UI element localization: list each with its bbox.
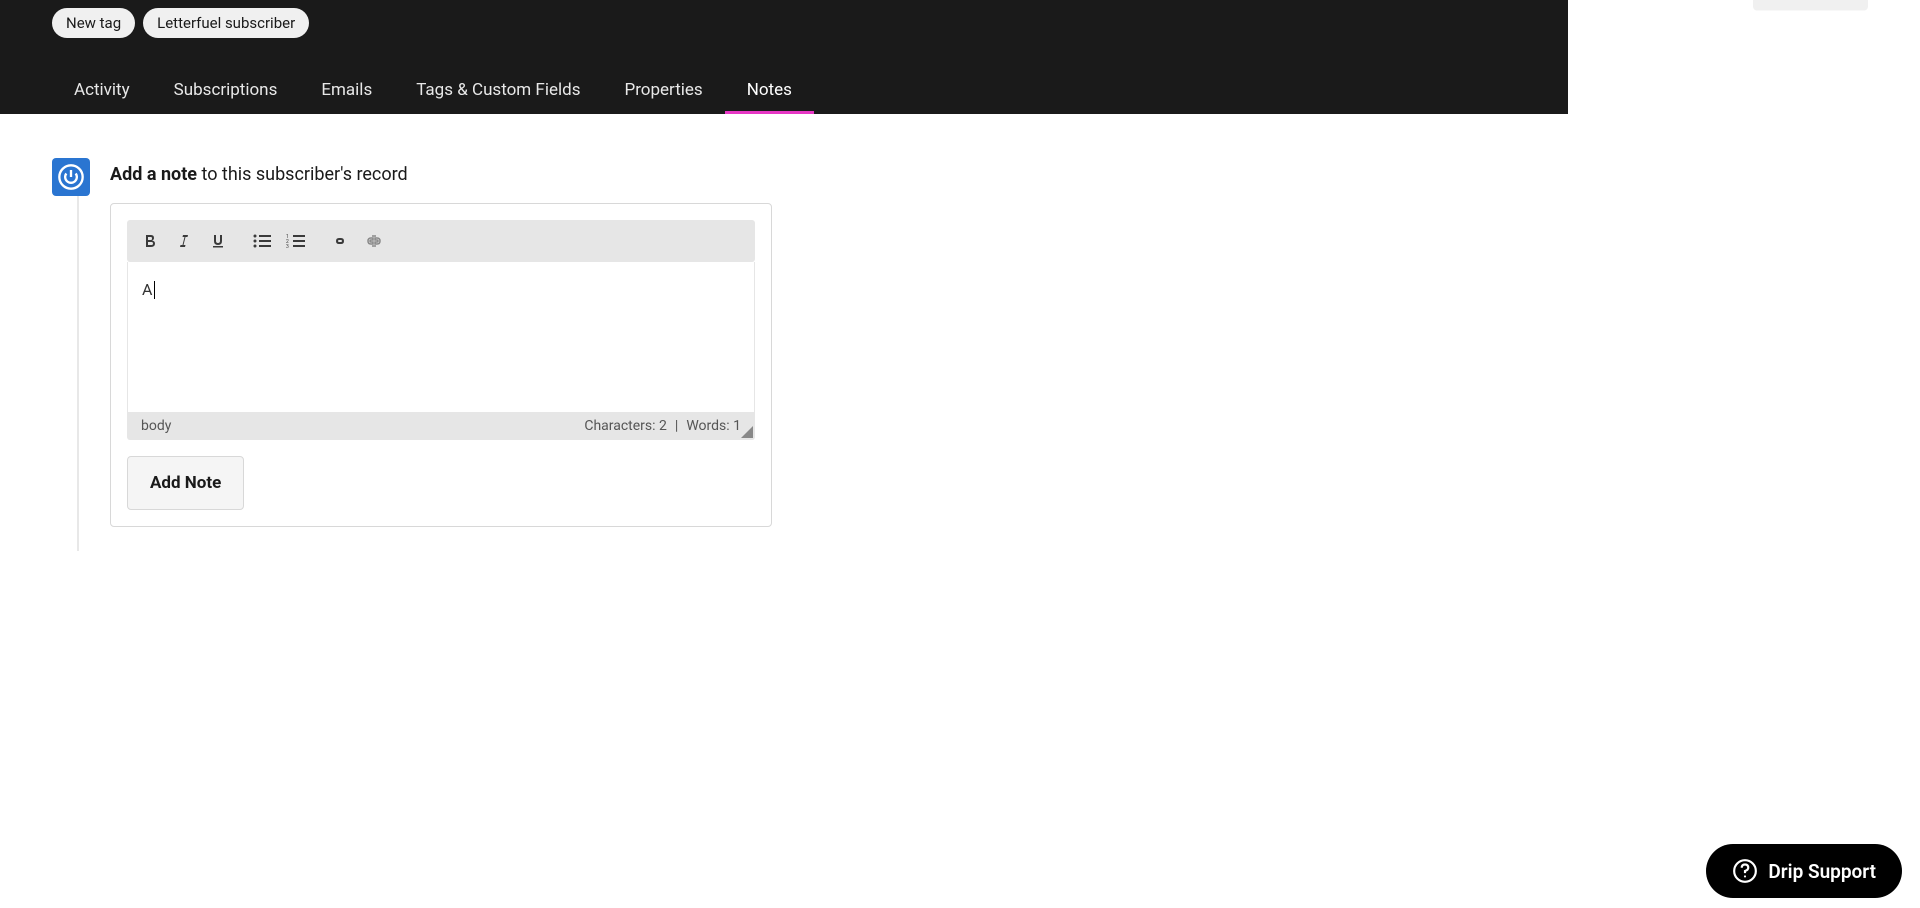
svg-text:3: 3 [286, 244, 289, 249]
resize-handle[interactable] [741, 426, 753, 438]
bold-button[interactable] [135, 226, 165, 256]
support-label: Drip Support [1768, 860, 1876, 883]
editor-body[interactable]: A [127, 262, 755, 412]
tab-activity[interactable]: Activity [52, 66, 152, 114]
tags-row: New tag Letterfuel subscriber [0, 0, 1568, 66]
italic-button[interactable] [169, 226, 199, 256]
editor-panel: 123 A body [110, 203, 772, 527]
note-heading-strong: Add a note [110, 164, 197, 185]
power-icon [57, 163, 85, 191]
note-heading-rest: to this subscriber's record [197, 164, 408, 185]
note-composer: Add a note to this subscriber's record [52, 158, 1516, 527]
editor-text: A [142, 280, 152, 299]
status-right: Characters: 2 | Words: 1 [584, 418, 741, 434]
underline-button[interactable] [203, 226, 233, 256]
avatar [52, 158, 90, 196]
unlink-icon [364, 233, 384, 249]
char-count: Characters: 2 [584, 418, 667, 434]
tab-notes[interactable]: Notes [725, 66, 814, 114]
editor-path: body [141, 418, 171, 434]
bullet-list-button[interactable] [247, 226, 277, 256]
word-count: Words: 1 [686, 418, 741, 434]
numbered-list-button[interactable]: 123 [281, 226, 311, 256]
editor-toolbar: 123 [127, 220, 755, 262]
add-note-button[interactable]: Add Note [127, 456, 244, 510]
help-icon [1732, 858, 1758, 884]
tab-emails[interactable]: Emails [299, 66, 394, 114]
bold-icon [142, 233, 158, 249]
bullet-list-icon [252, 233, 272, 249]
link-icon [330, 233, 350, 249]
note-heading: Add a note to this subscriber's record [110, 164, 1516, 185]
actions-label: Actions [1773, 0, 1828, 3]
composer-right: Add a note to this subscriber's record [110, 158, 1516, 527]
italic-icon [176, 233, 192, 249]
dark-header: Actions New tag Letterfuel subscriber Ac… [0, 0, 1568, 114]
editor-status: body Characters: 2 | Words: 1 [127, 412, 755, 440]
numbered-list-icon: 123 [286, 233, 306, 249]
tag-letterfuel-subscriber[interactable]: Letterfuel subscriber [143, 8, 309, 38]
tabs-row: Activity Subscriptions Emails Tags & Cus… [0, 66, 1568, 114]
link-button[interactable] [325, 226, 355, 256]
status-separator: | [675, 418, 678, 434]
tab-tags-custom-fields[interactable]: Tags & Custom Fields [394, 66, 602, 114]
tab-properties[interactable]: Properties [602, 66, 724, 114]
content-area: Add a note to this subscriber's record [0, 114, 1568, 571]
tab-subscriptions[interactable]: Subscriptions [152, 66, 300, 114]
tag-new[interactable]: New tag [52, 8, 135, 38]
underline-icon [210, 233, 226, 249]
text-cursor [154, 281, 155, 299]
actions-dropdown[interactable]: Actions [1753, 0, 1868, 11]
unlink-button[interactable] [359, 226, 389, 256]
support-widget[interactable]: Drip Support [1706, 844, 1902, 898]
